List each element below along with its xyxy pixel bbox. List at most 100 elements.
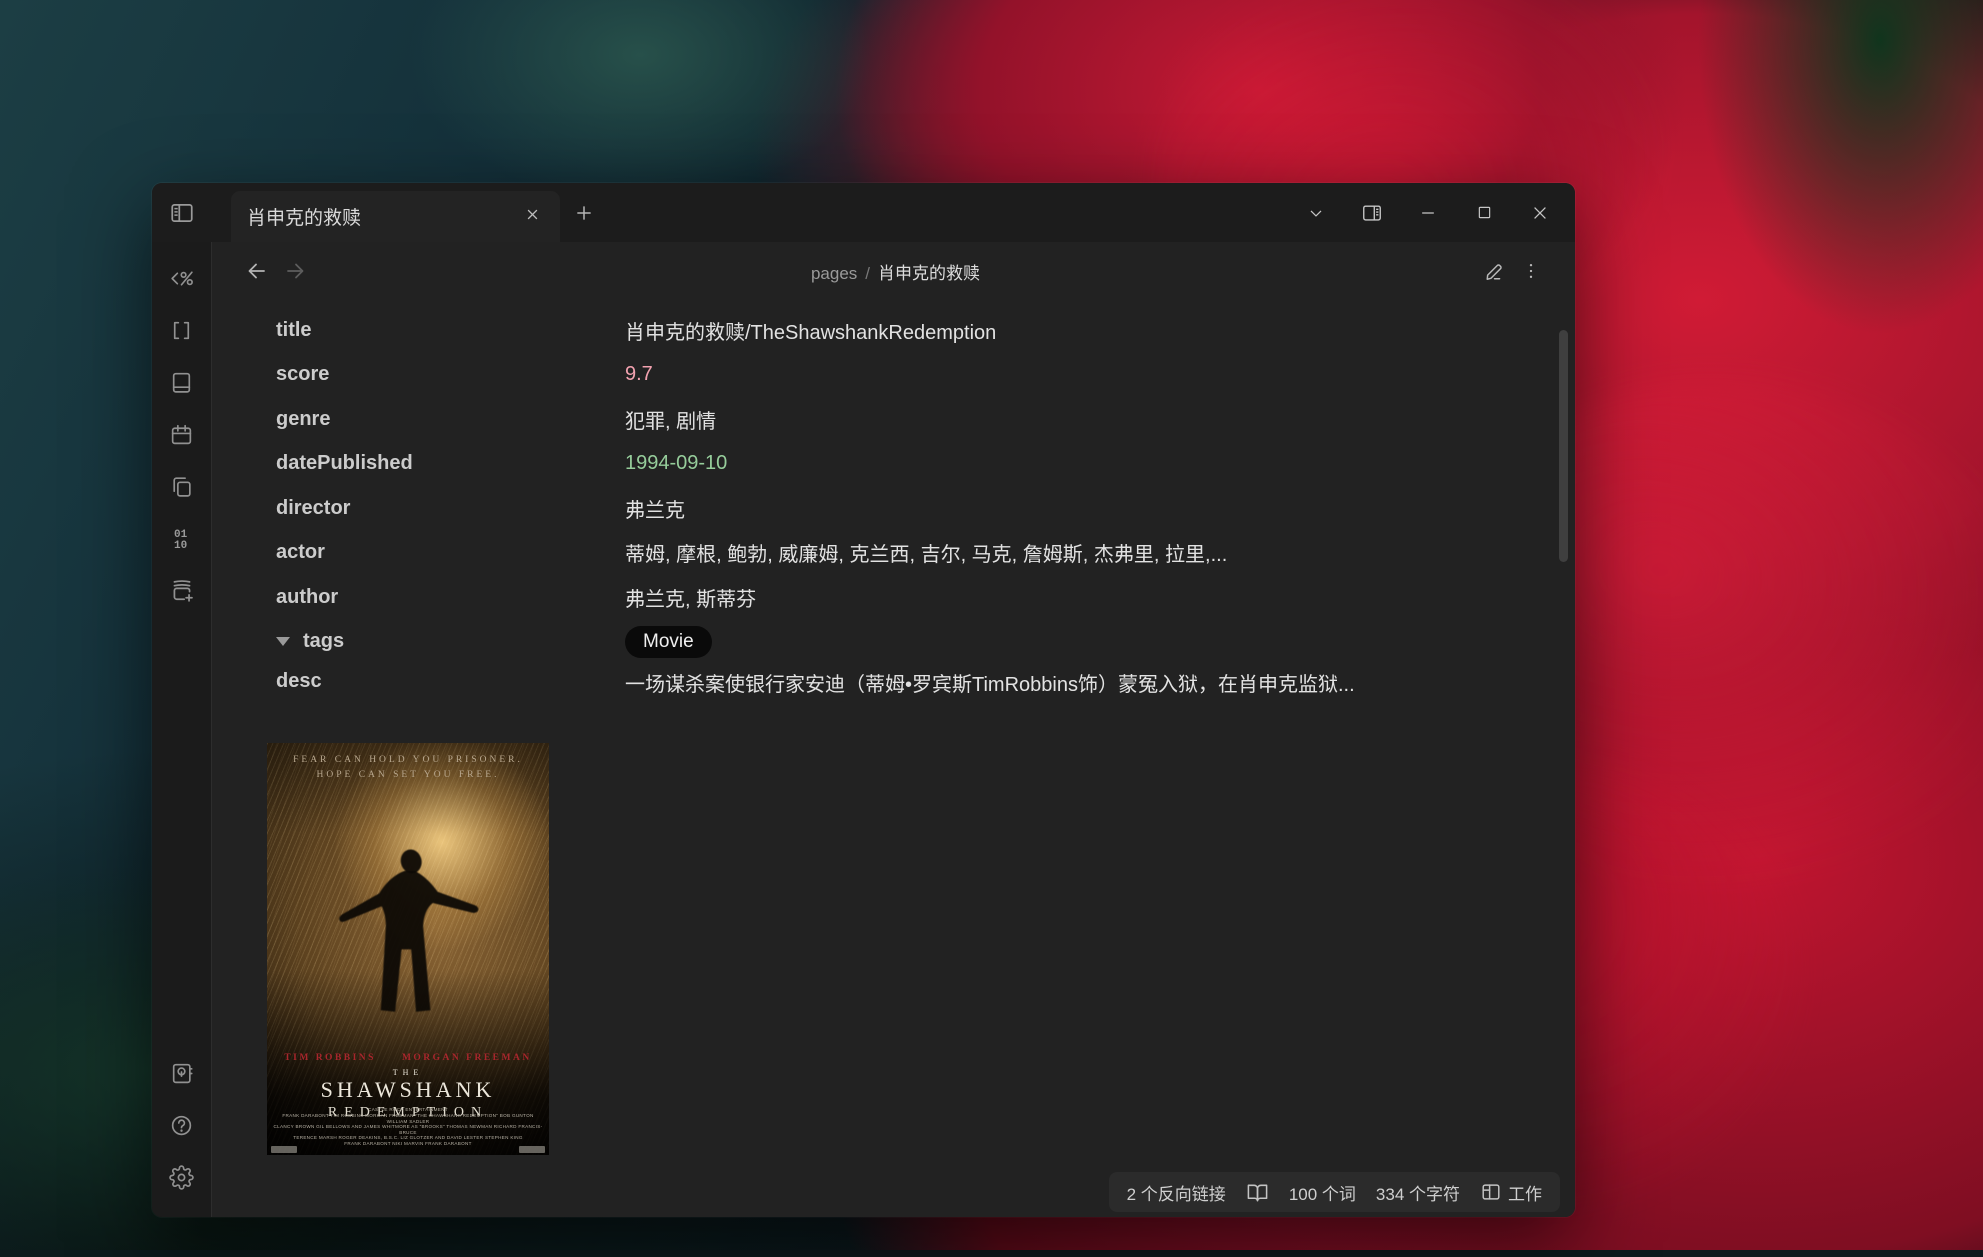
panel-right-icon	[1361, 201, 1383, 225]
char-count: 334 个字符	[1376, 1180, 1460, 1205]
attr-row-genre: genre 犯罪, 剧情	[212, 397, 1575, 442]
minimize-icon	[1418, 203, 1438, 223]
settings-button[interactable]	[156, 1151, 208, 1203]
poster-credits-line: FRANK DARABONT TIM ROBBINS MORGAN FREEMA…	[273, 1113, 543, 1124]
nav-forward-button[interactable]	[276, 252, 314, 290]
notebook-button[interactable]	[156, 356, 208, 408]
minimize-button[interactable]	[1417, 202, 1439, 224]
attr-key-label: title	[276, 319, 312, 342]
backlinks-label: 2 个反向链接	[1127, 1180, 1226, 1205]
poster-credits-line: CLANCY BROWN GIL BELLOWS AND JAMES WHITM…	[273, 1124, 543, 1135]
attr-row-tags: tags Movie	[212, 620, 1575, 665]
tab-shawshank[interactable]: 肖申克的救赎	[231, 191, 560, 242]
editor-area: pages / 肖申克的救赎 title	[212, 242, 1575, 1217]
settings-gear-icon	[169, 1165, 194, 1190]
flashcard-add-icon	[169, 577, 195, 603]
breadcrumb-separator: /	[865, 264, 870, 283]
poster-title-the: THE	[267, 1068, 549, 1077]
attr-key-label: desc	[276, 670, 322, 693]
pencil-edit-icon	[1484, 260, 1506, 282]
poster-figure-silhouette	[295, 815, 521, 1055]
maximize-icon	[1475, 203, 1494, 222]
poster-title-main: SHAWSHANK	[267, 1077, 549, 1103]
attr-value[interactable]: 肖申克的救赎/TheShawshankRedemption	[625, 316, 1575, 345]
attr-key-label: actor	[276, 541, 325, 564]
template-icon	[168, 265, 195, 292]
close-window-button[interactable]	[1529, 202, 1551, 224]
edit-mode-button[interactable]	[1477, 253, 1513, 289]
attr-key-label: score	[276, 363, 329, 386]
help-button[interactable]	[156, 1099, 208, 1151]
poster-logo-castle-rock	[271, 1146, 297, 1153]
nav-back-button[interactable]	[238, 252, 276, 290]
open-book-icon	[1246, 1181, 1269, 1204]
collapse-triangle-icon[interactable]	[276, 637, 290, 646]
breadcrumb-current[interactable]: 肖申克的救赎	[878, 264, 980, 283]
panel-left-icon	[169, 200, 195, 226]
arrow-left-icon	[245, 259, 269, 283]
reading-mode-button[interactable]	[1246, 1181, 1269, 1204]
copy-duplicate-icon	[169, 474, 194, 499]
document-body: title 肖申克的救赎/TheShawshankRedemption scor…	[212, 300, 1575, 1217]
duplicate-button[interactable]	[156, 460, 208, 512]
doc-more-button[interactable]	[1513, 253, 1549, 289]
tab-title: 肖申克的救赎	[247, 203, 521, 230]
breadcrumb-parent[interactable]: pages	[811, 264, 857, 283]
attr-value[interactable]: 一场谋杀案使银行家安迪（蒂姆•罗宾斯TimRobbins饰）蒙冤入狱，在肖申克监…	[625, 664, 1515, 704]
attr-row-datePublished: datePublished 1994-09-10	[212, 442, 1575, 487]
backlinks-count[interactable]: 2 个反向链接	[1127, 1180, 1226, 1205]
status-bar: 2 个反向链接 100 个词 334 个字符	[1109, 1172, 1560, 1212]
safe-backup-icon	[169, 1061, 194, 1086]
safe-backup-button[interactable]	[156, 1047, 208, 1099]
close-icon	[1530, 203, 1550, 223]
poster-logo-rating	[519, 1146, 545, 1153]
attr-value[interactable]: 弗兰克, 斯蒂芬	[625, 583, 1575, 612]
svg-text:10: 10	[174, 540, 187, 551]
binary-data-button[interactable]: 01 10	[156, 512, 208, 564]
dock-bottom-group	[156, 1047, 208, 1203]
workspace-switcher[interactable]: 工作	[1480, 1180, 1542, 1205]
attr-key-label: tags	[303, 630, 344, 653]
attr-key-label: datePublished	[276, 452, 413, 475]
daily-note-button[interactable]	[156, 408, 208, 460]
tab-menu-button[interactable]	[1305, 202, 1327, 224]
attr-row-title: title 肖申克的救赎/TheShawshankRedemption	[212, 308, 1575, 353]
app-body: 01 10	[152, 242, 1575, 1217]
doc-header: pages / 肖申克的救赎	[212, 242, 1575, 300]
arrow-right-icon	[283, 259, 307, 283]
toggle-left-dock-button[interactable]	[152, 183, 212, 242]
workspace-layout-icon	[1480, 1181, 1502, 1203]
attr-value[interactable]: 蒂姆, 摩根, 鲍勃, 威廉姆, 克兰西, 吉尔, 马克, 詹姆斯, 杰弗里, …	[625, 538, 1575, 567]
word-count-label: 100 个词	[1289, 1180, 1356, 1205]
poster-tagline-2: HOPE CAN SET YOU FREE.	[267, 768, 549, 783]
binary-data-icon: 01 10	[169, 525, 195, 551]
template-button[interactable]	[156, 252, 208, 304]
kebab-menu-icon	[1521, 261, 1541, 281]
plus-icon	[574, 203, 594, 223]
attr-row-actor: actor 蒂姆, 摩根, 鲍勃, 威廉姆, 克兰西, 吉尔, 马克, 詹姆斯,…	[212, 531, 1575, 576]
bracket-reference-icon	[169, 318, 194, 343]
attr-value[interactable]: 9.7	[625, 363, 1575, 386]
poster-actor-right: MORGAN FREEMAN	[402, 1053, 532, 1063]
attr-value[interactable]: 弗兰克	[625, 494, 1575, 523]
attr-value[interactable]: 犯罪, 剧情	[625, 405, 1575, 434]
maximize-button[interactable]	[1473, 202, 1495, 224]
attr-key-label: director	[276, 497, 350, 520]
attr-value[interactable]: 1994-09-10	[625, 452, 1575, 475]
movie-poster-image[interactable]: FEAR CAN HOLD YOU PRISONER. HOPE CAN SET…	[267, 743, 549, 1155]
bracket-reference-button[interactable]	[156, 304, 208, 356]
tab-close-icon[interactable]	[521, 205, 544, 229]
attr-row-score: score 9.7	[212, 353, 1575, 398]
vertical-scrollbar-thumb[interactable]	[1559, 330, 1568, 562]
workspace-label: 工作	[1508, 1180, 1542, 1205]
new-tab-button[interactable]	[560, 183, 608, 242]
notebook-icon	[169, 370, 194, 395]
word-count: 100 个词	[1289, 1180, 1356, 1205]
attr-key-label: genre	[276, 408, 330, 431]
flashcard-add-button[interactable]	[156, 564, 208, 616]
toggle-right-dock-button[interactable]	[1361, 202, 1383, 224]
left-dock: 01 10	[152, 242, 212, 1217]
breadcrumb[interactable]: pages / 肖申克的救赎	[314, 259, 1477, 284]
char-count-label: 334 个字符	[1376, 1180, 1460, 1205]
tag-pill[interactable]: Movie	[625, 626, 712, 658]
